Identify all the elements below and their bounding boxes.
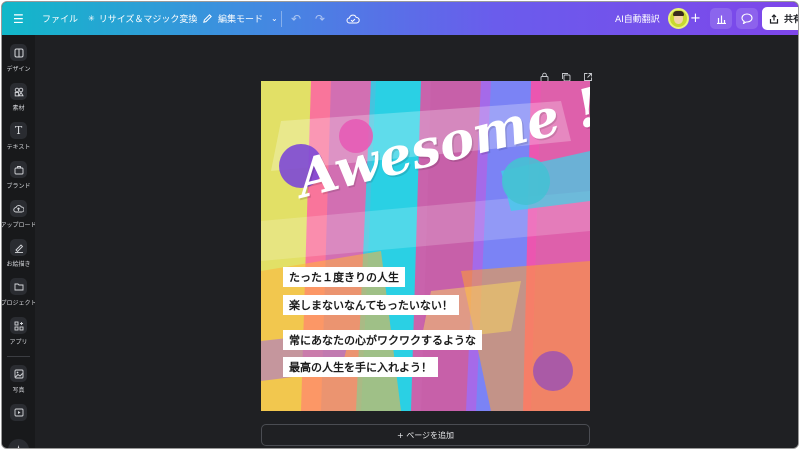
share-button[interactable]: 共有 [762, 7, 798, 30]
elements-icon [10, 83, 27, 100]
sidebar-item-label: 写真 [12, 387, 25, 394]
user-avatar[interactable] [668, 8, 689, 29]
comment-icon [741, 13, 753, 24]
resize-magic-label: リサイズ＆マジック変換 [98, 15, 198, 25]
body-text-line[interactable]: たった１度きりの人生 [283, 267, 405, 287]
lock-icon[interactable] [540, 67, 549, 82]
cloud-save-icon[interactable] [346, 2, 360, 35]
sidebar-item-label: 素材 [12, 105, 25, 112]
page-tools [540, 67, 593, 82]
share-label: 共有 [784, 15, 798, 25]
file-menu-button[interactable]: ファイル [42, 2, 78, 35]
sidebar-item-label: プロジェクト [1, 300, 37, 307]
add-page-button[interactable]: + ページを追加 [261, 424, 590, 446]
body-text-line[interactable]: 楽しまないなんてもったいない！ [283, 295, 459, 315]
left-sidebar: デザイン 素材 T テキスト ブランド アップロード お絵描き プロジェクト ア… [1, 35, 37, 448]
apps-icon [10, 317, 27, 334]
sidebar-divider [7, 356, 30, 357]
sidebar-item-label: デザイン [6, 66, 31, 73]
upload-icon [10, 200, 27, 217]
resize-magic-button[interactable]: ✳ リサイズ＆マジック変換 [88, 2, 197, 35]
sidebar-item-label: テキスト [6, 144, 31, 151]
design-icon [10, 44, 27, 61]
toolbar-divider [281, 11, 282, 27]
sidebar-item-design[interactable]: デザイン [2, 44, 35, 80]
photo-icon [10, 365, 27, 382]
insights-button[interactable] [710, 8, 732, 29]
redo-icon[interactable]: ↷ [315, 2, 325, 35]
video-icon [10, 404, 27, 421]
sidebar-item-label: ブランド [6, 183, 31, 190]
top-toolbar: ☰ ファイル ✳ リサイズ＆マジック変換 編集モード ⌄ ↶ ↷ AI自動翻訳 … [2, 2, 798, 35]
hamburger-menu-icon[interactable]: ☰ [13, 2, 24, 35]
edit-mode-dropdown[interactable]: 編集モード ⌄ [202, 2, 278, 35]
pencil-icon [203, 14, 212, 23]
sidebar-item-photos[interactable]: 写真 [2, 365, 35, 401]
edit-mode-label: 編集モード [218, 15, 264, 25]
avatar-hair [673, 11, 684, 16]
folder-icon [10, 278, 27, 295]
sidebar-item-apps[interactable]: アプリ [2, 317, 35, 353]
export-page-icon[interactable] [583, 67, 593, 81]
sidebar-item-video[interactable] [2, 404, 35, 440]
draw-icon [10, 239, 27, 256]
canvas-area: Awesome ! たった１度きりの人生 楽しまないなんてもったいない！ 常にあ… [35, 35, 798, 448]
app-window: ☰ ファイル ✳ リサイズ＆マジック変換 編集モード ⌄ ↶ ↷ AI自動翻訳 … [1, 1, 799, 449]
body-text-line[interactable]: 常にあなたの心がワクワクするような [283, 330, 482, 350]
sidebar-item-upload[interactable]: アップロード [1, 200, 37, 236]
sidebar-item-label: アプリ [9, 339, 28, 346]
sidebar-item-projects[interactable]: プロジェクト [1, 278, 37, 314]
duplicate-page-icon[interactable] [561, 67, 571, 82]
add-collaborator-icon[interactable]: + [690, 2, 701, 35]
sidebar-item-brand[interactable]: ブランド [2, 161, 35, 197]
comment-button[interactable] [736, 8, 758, 29]
sparkle-icon: ✳ [88, 14, 95, 23]
share-icon [769, 13, 779, 24]
sidebar-item-label: アップロード [1, 222, 37, 229]
undo-icon[interactable]: ↶ [291, 2, 301, 35]
sidebar-item-label: お絵描き [6, 261, 31, 268]
brand-icon [10, 161, 27, 178]
body-text-line[interactable]: 最高の人生を手に入れよう！ [283, 357, 438, 377]
bar-chart-icon [716, 15, 726, 24]
sidebar-item-elements[interactable]: 素材 [2, 83, 35, 119]
sidebar-item-draw[interactable]: お絵描き [2, 239, 35, 275]
ai-translate-button[interactable]: AI自動翻訳 [615, 2, 660, 35]
sidebar-item-text[interactable]: T テキスト [2, 122, 35, 158]
design-page[interactable]: Awesome ! たった１度きりの人生 楽しまないなんてもったいない！ 常にあ… [261, 81, 590, 411]
text-icon: T [10, 122, 27, 139]
chevron-down-icon: ⌄ [271, 14, 278, 23]
magic-assistant-icon[interactable] [8, 439, 29, 448]
